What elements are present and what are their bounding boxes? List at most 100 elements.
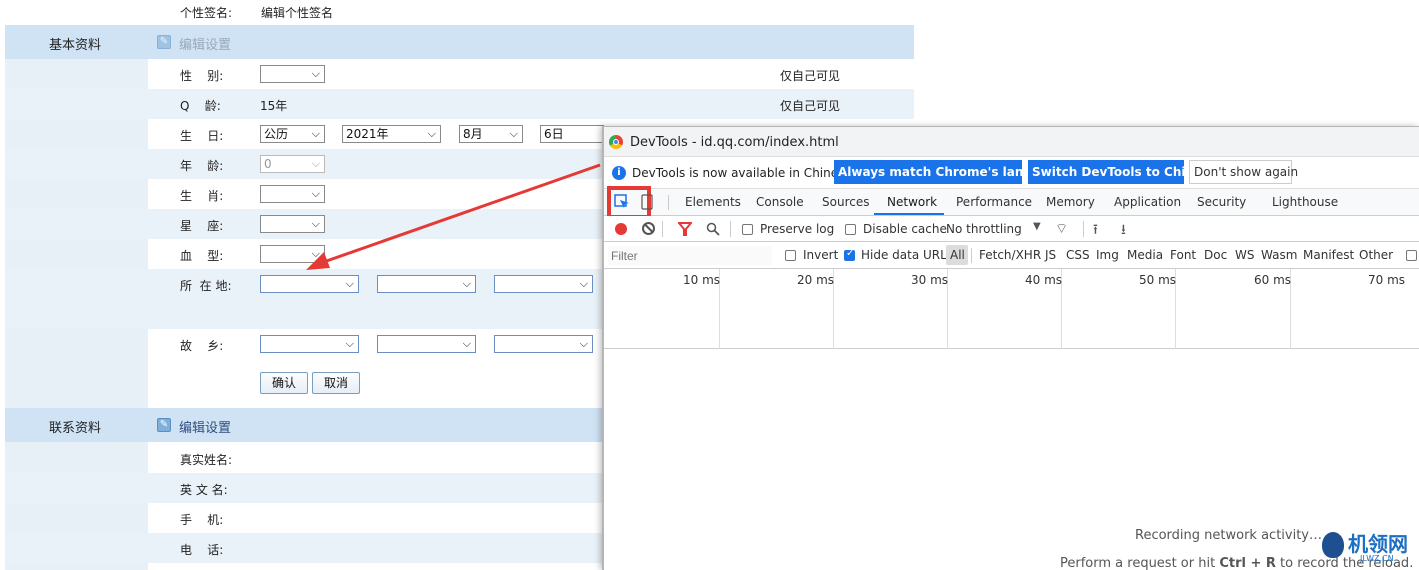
qage-label: Q 龄: xyxy=(180,99,221,113)
hometown-province-select[interactable]: ⌵ xyxy=(377,335,476,353)
day-select[interactable]: 6日 xyxy=(540,125,604,143)
hometown-country-select[interactable]: ⌵ xyxy=(260,335,359,353)
tick-label: 30 ms xyxy=(911,273,949,287)
divider xyxy=(668,195,669,210)
chrome-logo-icon xyxy=(609,135,623,149)
filter-ws[interactable]: WS xyxy=(1235,248,1254,262)
network-conditions-icon[interactable]: ⌔ xyxy=(1055,220,1068,238)
tab-elements[interactable]: Elements xyxy=(685,195,741,209)
always-match-language-button[interactable]: Always match Chrome's language xyxy=(834,160,1065,184)
filter-other[interactable]: Other xyxy=(1359,248,1393,262)
tick-label: 10 ms xyxy=(683,273,721,287)
filter-font[interactable]: Font xyxy=(1170,248,1196,262)
preserve-log-checkbox[interactable] xyxy=(742,224,753,235)
download-icon[interactable]: ⭳ xyxy=(1121,219,1126,243)
divider xyxy=(730,221,731,237)
chevron-down-icon: ⌵ xyxy=(311,67,320,80)
disable-cache-checkbox[interactable] xyxy=(845,224,856,235)
realname-label: 真实姓名: xyxy=(180,453,233,467)
gender-label: 性 别: xyxy=(180,69,224,83)
tab-console[interactable]: Console xyxy=(756,195,804,209)
screenshot: 个性签名: 编辑个性签名 基本资料 ✎ 编辑设置 性 别: ⌵ 仅自己可见 Q … xyxy=(0,0,1419,570)
filter-manifest[interactable]: Manifest xyxy=(1303,248,1354,262)
confirm-button[interactable]: 确认 xyxy=(260,372,308,394)
upload-icon[interactable]: ⭱ xyxy=(1093,219,1098,243)
active-tab-underline xyxy=(874,213,944,215)
chevron-down-icon: ⌵ xyxy=(345,337,354,350)
hide-data-urls-checkbox[interactable]: ✓ xyxy=(844,248,855,261)
reload-hint-keys: Ctrl + R xyxy=(1219,556,1276,570)
tab-performance[interactable]: Performance xyxy=(956,195,1032,209)
edit-icon[interactable]: ✎ xyxy=(157,35,171,49)
tab-network[interactable]: Network xyxy=(887,195,937,209)
throttling-select[interactable]: No throttling xyxy=(946,222,1022,236)
record-icon[interactable] xyxy=(615,223,627,235)
contact-edit-settings-link[interactable]: 编辑设置 xyxy=(179,417,231,436)
edit-icon[interactable]: ✎ xyxy=(157,418,171,432)
filter-all[interactable]: All xyxy=(950,248,965,262)
inspect-element-icon[interactable] xyxy=(614,194,630,210)
filter-js[interactable]: JS xyxy=(1045,248,1056,262)
hometown-label: 故 乡: xyxy=(180,339,224,353)
filter-input[interactable] xyxy=(608,246,772,265)
day-value: 6日 xyxy=(544,127,564,141)
mobile-label: 手 机: xyxy=(180,513,224,527)
search-icon[interactable] xyxy=(706,222,720,236)
clear-icon[interactable] xyxy=(642,222,655,235)
tab-application[interactable]: Application xyxy=(1114,195,1181,209)
chevron-down-icon: ⌵ xyxy=(427,127,436,140)
tick-label: 70 ms xyxy=(1368,273,1406,287)
row-qage xyxy=(5,89,914,119)
gender-select[interactable]: ⌵ xyxy=(260,65,325,83)
tab-memory[interactable]: Memory xyxy=(1046,195,1095,209)
devtools-titlebar: DevTools - id.qq.com/index.html xyxy=(604,127,1419,157)
month-value: 8月 xyxy=(463,127,483,141)
signature-edit-link[interactable]: 编辑个性签名 xyxy=(261,4,333,21)
chevron-down-icon: ⌵ xyxy=(579,337,588,350)
filter-bar: Invert ✓ Hide data URLs All Fetch/XHR JS… xyxy=(604,242,1419,269)
watermark-text: 机领网 xyxy=(1348,532,1408,556)
info-icon: i xyxy=(612,166,626,180)
tick-label: 50 ms xyxy=(1139,273,1177,287)
tab-sources[interactable]: Sources xyxy=(822,195,869,209)
tab-security[interactable]: Security xyxy=(1197,195,1246,209)
watermark-sub: JLWZ.CN xyxy=(1360,554,1394,563)
filter-funnel xyxy=(678,222,692,236)
switch-to-chinese-button[interactable]: Switch DevTools to Chinese xyxy=(1028,160,1217,184)
calendar-select[interactable]: 公历 ⌵ xyxy=(260,125,325,143)
basic-section-header: 基本资料 ✎ 编辑设置 xyxy=(5,25,914,59)
age-value: 0 xyxy=(264,157,272,171)
cancel-button[interactable]: 取消 xyxy=(312,372,360,394)
disable-cache-label: Disable cache xyxy=(863,222,947,236)
chevron-down-icon: ⌵ xyxy=(509,127,518,140)
filter-img[interactable]: Img xyxy=(1096,248,1119,262)
filter-icon[interactable] xyxy=(678,222,692,236)
filter-css[interactable]: CSS xyxy=(1066,248,1090,262)
tab-lighthouse[interactable]: Lighthouse xyxy=(1272,195,1338,209)
device-toolbar-icon[interactable] xyxy=(641,194,653,210)
filter-media[interactable]: Media xyxy=(1127,248,1163,262)
invert-checkbox[interactable] xyxy=(785,250,796,261)
search-handle xyxy=(713,229,720,236)
tick-label: 20 ms xyxy=(797,273,835,287)
tick-label: 40 ms xyxy=(1025,273,1063,287)
year-select[interactable]: 2021年 ⌵ xyxy=(342,125,441,143)
dont-show-again-button[interactable]: Don't show again xyxy=(1189,160,1298,184)
recording-message: Recording network activity… xyxy=(1135,528,1322,543)
filter-wasm[interactable]: Wasm xyxy=(1261,248,1297,262)
privacy-note: 仅自己可见 xyxy=(780,69,841,83)
filter-doc[interactable]: Doc xyxy=(1204,248,1227,262)
constellation-label: 星 座: xyxy=(180,219,224,233)
phone-label: 电 话: xyxy=(180,543,224,557)
invert-label: Invert xyxy=(803,248,839,262)
hometown-city-select[interactable]: ⌵ xyxy=(494,335,593,353)
location-label: 所 在 地: xyxy=(180,279,232,293)
check-icon: ✓ xyxy=(846,248,855,259)
year-value: 2021年 xyxy=(346,127,389,141)
month-select[interactable]: 8月 ⌵ xyxy=(459,125,523,143)
blocked-requests-checkbox[interactable] xyxy=(1406,250,1417,261)
language-infobar: i DevTools is now available in Chinese! … xyxy=(604,157,1419,189)
filter-fetch-xhr[interactable]: Fetch/XHR xyxy=(979,248,1041,262)
hide-data-urls-label: Hide data URLs xyxy=(861,248,954,262)
edit-settings-link[interactable]: 编辑设置 xyxy=(179,34,231,53)
